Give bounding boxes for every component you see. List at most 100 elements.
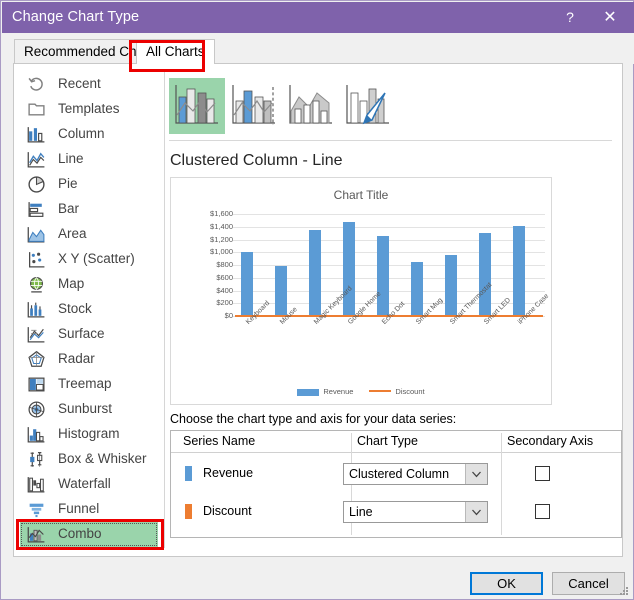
sidebar-item-label: Area xyxy=(58,226,87,241)
sidebar-item-label: Stock xyxy=(58,301,92,316)
chart-bar xyxy=(309,229,321,316)
sidebar-item-label: Waterfall xyxy=(58,476,111,491)
resize-grip-icon[interactable] xyxy=(619,586,629,596)
sidebar-item-label: Templates xyxy=(58,101,120,116)
y-axis-tick-label: $200 xyxy=(216,298,233,308)
sidebar-item-label: Pie xyxy=(58,176,78,191)
chart-bar xyxy=(343,221,355,316)
waterfall-chart-icon xyxy=(27,475,46,494)
series-row: Discount Line xyxy=(171,493,621,531)
line-chart-icon xyxy=(27,150,46,169)
column-header-chart-type: Chart Type xyxy=(357,434,418,448)
sunburst-chart-icon xyxy=(27,400,46,419)
recent-icon xyxy=(27,75,46,94)
sidebar-item-column[interactable]: Column xyxy=(20,122,158,147)
chart-thumbnail-custom-combination[interactable] xyxy=(340,78,396,134)
sidebar-item-box-whisker[interactable]: Box & Whisker xyxy=(20,447,158,472)
dialog-body: Recent Templates Column Line Pie Bar Area X Y (… xyxy=(13,63,623,557)
chart-bar xyxy=(479,233,491,316)
sidebar-item-map[interactable]: Map xyxy=(20,272,158,297)
sidebar-item-label: Sunburst xyxy=(58,401,113,416)
chevron-down-icon[interactable] xyxy=(465,464,487,484)
sidebar-item-label: Combo xyxy=(58,526,102,541)
chevron-down-icon[interactable] xyxy=(465,502,487,522)
ok-button[interactable]: OK xyxy=(470,572,543,595)
y-axis-tick-label: $1,000 xyxy=(210,247,233,257)
series-section-caption: Choose the chart type and axis for your … xyxy=(170,412,457,426)
sidebar-item-label: Map xyxy=(58,276,85,291)
sidebar-item-label: Surface xyxy=(58,326,105,341)
chart-gridline xyxy=(233,252,545,254)
dialog-title: Change Chart Type xyxy=(12,9,140,25)
tab-all-charts[interactable]: All Charts xyxy=(136,39,215,64)
chart-preview[interactable]: Chart Title $1,600 $1,400 $1,200 $1,000 $800… xyxy=(170,177,552,405)
treemap-chart-icon xyxy=(27,375,46,394)
secondary-axis-checkbox[interactable] xyxy=(535,504,550,519)
sidebar-item-funnel[interactable]: Funnel xyxy=(20,497,158,522)
y-axis-tick-label: $0 xyxy=(224,311,233,320)
chart-thumbnail-clustered-column-line-secondary-axis[interactable] xyxy=(226,78,282,134)
chart-bar xyxy=(275,265,287,316)
sidebar-item-pie[interactable]: Pie xyxy=(20,172,158,197)
cancel-button[interactable]: Cancel xyxy=(552,572,625,595)
sidebar-item-histogram[interactable]: Histogram xyxy=(20,422,158,447)
map-chart-icon xyxy=(27,275,46,294)
bar-chart-icon xyxy=(27,200,46,219)
chart-bar xyxy=(445,254,457,316)
secondary-axis-checkbox[interactable] xyxy=(535,466,550,481)
series-table-header: Series Name Chart Type Secondary Axis xyxy=(171,431,621,453)
templates-icon xyxy=(27,100,46,119)
column-header-secondary-axis: Secondary Axis xyxy=(507,434,594,448)
sidebar-item-waterfall[interactable]: Waterfall xyxy=(20,472,158,497)
y-axis-tick-label: $800 xyxy=(216,260,233,269)
column-chart-icon xyxy=(27,125,46,144)
chart-bar xyxy=(241,252,253,317)
chart-bar xyxy=(377,235,389,316)
y-axis-tick-label: $600 xyxy=(216,272,233,282)
sidebar-item-label: Recent xyxy=(58,76,101,91)
chart-type-dropdown-value: Clustered Column xyxy=(349,467,450,481)
sidebar-item-label: Column xyxy=(58,126,105,141)
legend-item: Revenue xyxy=(297,387,353,396)
sidebar-item-area[interactable]: Area xyxy=(20,222,158,247)
y-axis-tick-label: $1,200 xyxy=(210,234,233,244)
chart-bar xyxy=(411,262,423,316)
sidebar-item-templates[interactable]: Templates xyxy=(20,97,158,122)
sidebar-item-recent[interactable]: Recent xyxy=(20,72,158,97)
sidebar-item-sunburst[interactable]: Sunburst xyxy=(20,397,158,422)
preview-heading: Clustered Column - Line xyxy=(170,152,343,169)
legend-label: Revenue xyxy=(323,387,354,396)
sidebar-item-radar[interactable]: Radar xyxy=(20,347,158,372)
chart-type-dropdown[interactable]: Clustered Column xyxy=(343,463,488,485)
chart-type-pane: Clustered Column - Line Chart Title $1,6… xyxy=(165,64,622,556)
chart-title: Chart Title xyxy=(333,188,389,202)
y-axis-tick-label: $1,600 xyxy=(210,209,233,218)
sidebar-item-stock[interactable]: Stock xyxy=(20,297,158,322)
surface-chart-icon xyxy=(27,325,46,344)
y-axis-tick-label: $1,400 xyxy=(210,221,233,231)
chart-type-dropdown[interactable]: Line xyxy=(343,501,488,523)
chart-plot-area: $1,600 $1,400 $1,200 $1,000 $800 $600 $400 $200… xyxy=(171,208,551,326)
funnel-chart-icon xyxy=(27,500,46,519)
radar-chart-icon xyxy=(27,350,46,369)
sidebar-item-label: Funnel xyxy=(58,501,100,516)
close-icon[interactable]: ✕ xyxy=(592,2,628,33)
chart-thumbnail-clustered-column-line[interactable] xyxy=(169,78,225,134)
chart-thumbnail-stacked-area-clustered-column[interactable] xyxy=(283,78,339,134)
chart-category-list[interactable]: Recent Templates Column Line Pie Bar Area X Y (… xyxy=(14,64,164,556)
sidebar-item-surface[interactable]: Surface xyxy=(20,322,158,347)
sidebar-item-bar[interactable]: Bar xyxy=(20,197,158,222)
sidebar-item-line[interactable]: Line xyxy=(20,147,158,172)
legend-item: Discount xyxy=(369,387,425,396)
dialog-titlebar: Change Chart Type ? ✕ xyxy=(2,2,634,33)
help-icon[interactable]: ? xyxy=(552,2,588,33)
chart-bar xyxy=(513,226,525,316)
sidebar-item-x-y-scatter[interactable]: X Y (Scatter) xyxy=(20,247,158,272)
sidebar-item-combo[interactable]: Combo xyxy=(20,522,158,547)
legend-swatch xyxy=(297,388,320,396)
column-header-series-name: Series Name xyxy=(183,434,256,448)
sidebar-item-treemap[interactable]: Treemap xyxy=(20,372,158,397)
series-table: Series Name Chart Type Secondary Axis Re… xyxy=(170,430,622,538)
chart-type-dropdown-value: Line xyxy=(349,505,373,519)
sidebar-item-label: Radar xyxy=(58,351,95,366)
